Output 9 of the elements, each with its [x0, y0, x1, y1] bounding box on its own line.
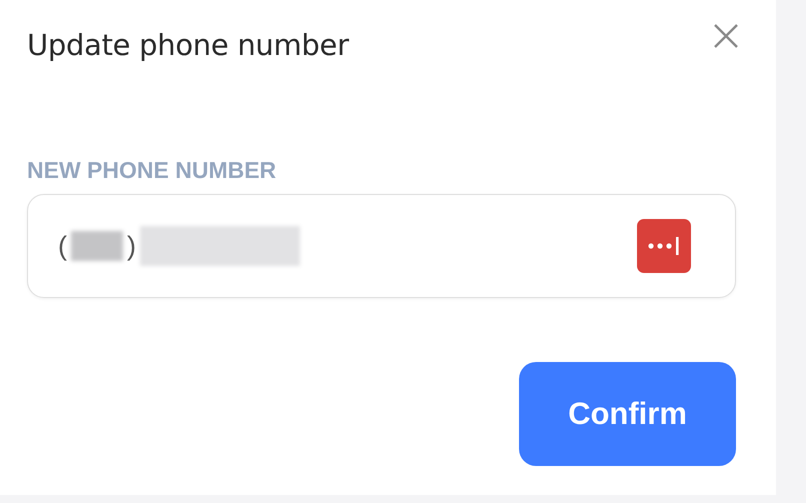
redaction-mark — [71, 231, 123, 261]
dots-cursor-icon — [647, 236, 681, 256]
phone-input-field[interactable]: ( ) — [27, 194, 736, 298]
confirm-button[interactable]: Confirm — [519, 362, 736, 466]
phone-text: ( — [58, 230, 67, 262]
phone-text: ) — [127, 230, 136, 262]
field-label: NEW PHONE NUMBER — [27, 157, 276, 184]
dialog-title: Update phone number — [27, 28, 349, 62]
password-manager-button[interactable] — [637, 219, 691, 273]
